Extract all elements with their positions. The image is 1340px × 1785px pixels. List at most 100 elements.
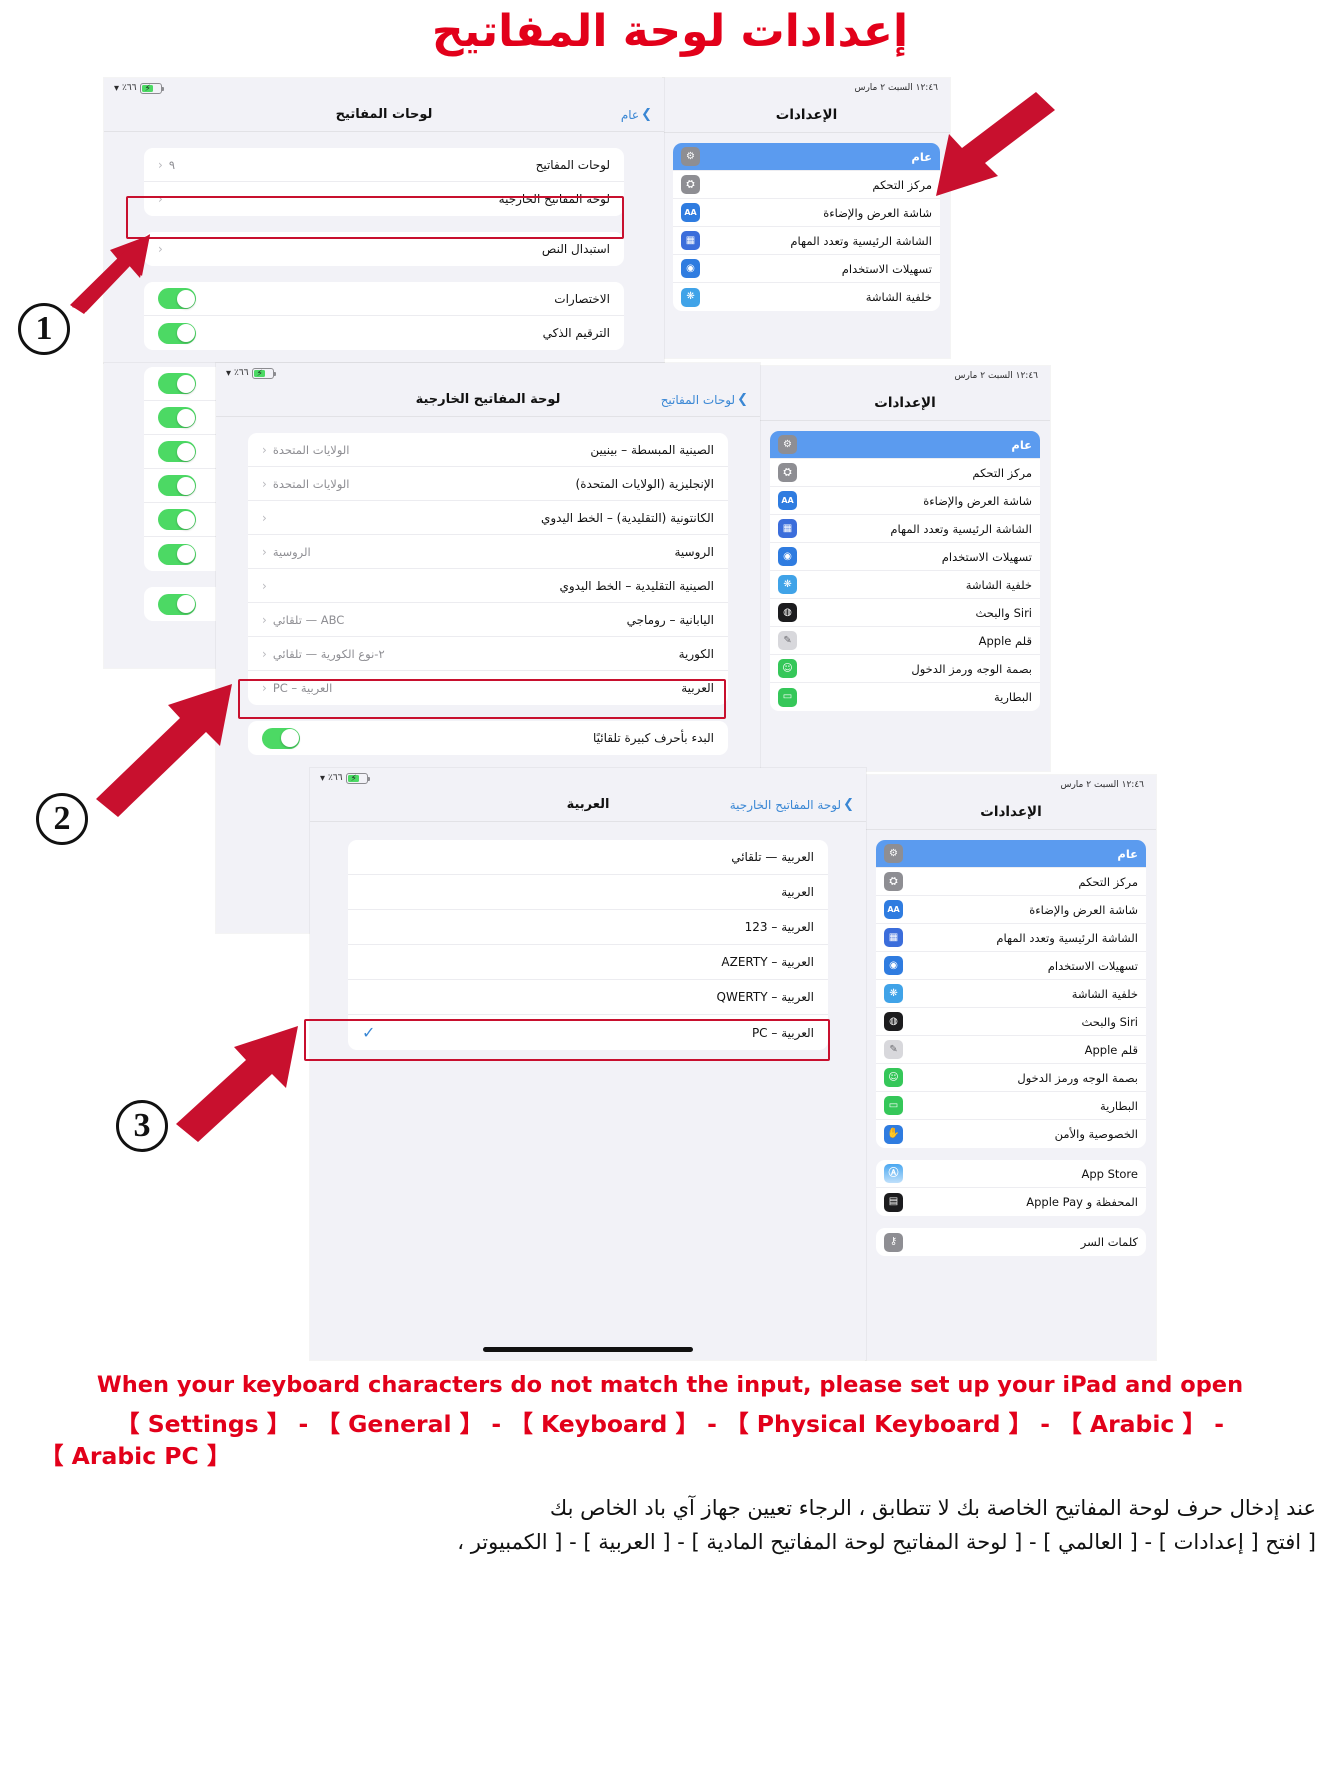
toggle-generic[interactable]: [158, 441, 196, 462]
back-button-general[interactable]: ❯ عام: [621, 108, 652, 122]
toggle-generic[interactable]: [158, 593, 196, 615]
control-center-icon: ⛭: [884, 872, 903, 891]
sidebar-item-label: مركز التحكم: [872, 177, 932, 192]
sidebar-item-home-screen[interactable]: ▦ الشاشة الرئيسية وتعدد المهام: [673, 227, 940, 255]
step-badge-3: 3: [116, 1100, 168, 1152]
option-arabic-pc[interactable]: العربية – PC ✓: [348, 1015, 828, 1050]
sidebar-item-battery[interactable]: ▭ البطارية: [876, 1092, 1146, 1120]
sidebar-item-label: App Store: [1081, 1166, 1138, 1181]
row-english-us[interactable]: الإنجليزية (الولايات المتحدة) الولايات ا…: [248, 467, 728, 501]
row-russian[interactable]: الروسية الروسية ‹: [248, 535, 728, 569]
nav-title: لوحة المفاتيح الخارجية: [415, 392, 561, 407]
sidebar-item-control-center[interactable]: ⛭ مركز التحكم: [770, 459, 1040, 487]
row-label: الاختصارات: [554, 291, 610, 306]
sidebar-item-label: شاشة العرض والإضاءة: [923, 493, 1032, 508]
sidebar-item-wallpaper[interactable]: ❋ خلفية الشاشة: [876, 980, 1146, 1008]
sidebar-item-wallpaper[interactable]: ❋ خلفية الشاشة: [673, 283, 940, 311]
sidebar-item-label: المحفظة و Apple Pay: [1026, 1195, 1138, 1209]
sidebar-item-general[interactable]: ⚙ عام: [673, 143, 940, 171]
sidebar-item-face-id[interactable]: ☺ بصمة الوجه ورمز الدخول: [876, 1064, 1146, 1092]
sidebar-item-siri-search[interactable]: ◍ Siri والبحث: [770, 599, 1040, 627]
row-cantonese-traditional[interactable]: الكانتونية (التقليدية) – الخط اليدوي ‹: [248, 501, 728, 535]
sidebar-item-accessibility[interactable]: ◉ تسهيلات الاستخدام: [770, 543, 1040, 571]
sidebar-item-control-center[interactable]: ⛭ مركز التحكم: [673, 171, 940, 199]
sidebar-item-apple-pencil[interactable]: ✎ قلم Apple: [770, 627, 1040, 655]
home-indicator: [483, 1347, 693, 1352]
settings-sidebar-panel-3: ١٢:٤٦ السبت ٢ مارس الإعدادات ⚙ عام ⛭ مرك…: [866, 775, 1156, 1360]
sidebar-item-passwords[interactable]: ⚷ كلمات السر: [876, 1228, 1146, 1256]
row-chinese-traditional-handwriting[interactable]: الصينية التقليدية – الخط اليدوي ‹: [248, 569, 728, 603]
sidebar-item-home-screen[interactable]: ▦ الشاشة الرئيسية وتعدد المهام: [876, 924, 1146, 952]
option-arabic[interactable]: العربية: [348, 875, 828, 910]
arrow-general-highlight: [936, 92, 1055, 196]
toggle-generic[interactable]: [158, 407, 196, 428]
screenshot-root: إعدادات لوحة المفاتيح ١٢:٤٦ السبت ٢ مارس…: [0, 0, 1340, 1785]
nav-title: لوحات المفاتيح: [335, 107, 433, 122]
row-text-replacement[interactable]: استبدال النص ‹: [144, 232, 624, 266]
status-bar: ⚡ ٦٦٪ ▾: [310, 768, 866, 788]
row-shortcuts-toggle[interactable]: الاختصارات: [144, 282, 624, 316]
back-button-external-keyboard[interactable]: ❯ لوحة المفاتيح الخارجية: [730, 798, 854, 812]
toggle-smart-punctuation[interactable]: [158, 322, 196, 344]
row-smart-punctuation-toggle[interactable]: الترقيم الذكي: [144, 316, 624, 350]
status-time: ١٢:٤٦ السبت ٢ مارس: [954, 371, 1038, 381]
row-label: الترقيم الذكي: [542, 326, 610, 340]
sidebar-item-display-brightness[interactable]: AA شاشة العرض والإضاءة: [770, 487, 1040, 515]
back-label: عام: [620, 107, 640, 122]
sidebar-item-face-id[interactable]: ☺ بصمة الوجه ورمز الدخول: [770, 655, 1040, 683]
chevron-back-icon: ❯: [843, 797, 854, 812]
option-arabic-azerty[interactable]: العربية – AZERTY: [348, 945, 828, 980]
accessibility-icon: ◉: [681, 259, 700, 278]
sidebar-item-wallpaper[interactable]: ❋ خلفية الشاشة: [770, 571, 1040, 599]
auto-capitalize-group: البدء بأحرف كبيرة تلقائيًا: [248, 721, 728, 755]
row-chinese-simplified-pinyin[interactable]: الصينية المبسطة – بينيين الولايات المتحد…: [248, 433, 728, 467]
chevron-icon: ‹: [158, 192, 163, 206]
option-arabic-qwerty[interactable]: العربية – QWERTY: [348, 980, 828, 1015]
toggle-generic[interactable]: [158, 509, 196, 530]
sidebar-item-app-store[interactable]: Ⓐ App Store: [876, 1160, 1146, 1188]
row-japanese-romaji[interactable]: اليابانية – روماجي ABC — تلقائي ‹: [248, 603, 728, 637]
step-badge-1: 1: [18, 303, 70, 355]
sidebar-item-label: قلم Apple: [978, 633, 1032, 648]
sidebar-item-general[interactable]: ⚙ عام: [876, 840, 1146, 868]
option-label: العربية — تلقائي: [731, 850, 814, 864]
sidebar-item-label: الشاشة الرئيسية وتعدد المهام: [890, 521, 1032, 536]
sidebar-item-accessibility[interactable]: ◉ تسهيلات الاستخدام: [673, 255, 940, 283]
toggle-generic[interactable]: [158, 543, 196, 565]
wallet-icon: ▤: [884, 1192, 903, 1212]
row-auto-capitalization[interactable]: البدء بأحرف كبيرة تلقائيًا: [248, 721, 728, 755]
sidebar-item-privacy-security[interactable]: ✋ الخصوصية والأمن: [876, 1120, 1146, 1148]
sidebar-item-home-screen[interactable]: ▦ الشاشة الرئيسية وتعدد المهام: [770, 515, 1040, 543]
row-external-keyboard[interactable]: لوحة المفاتيح الخارجية ‹: [144, 182, 624, 216]
sidebar-item-apple-pencil[interactable]: ✎ قلم Apple: [876, 1036, 1146, 1064]
sidebar-item-display-brightness[interactable]: AA شاشة العرض والإضاءة: [876, 896, 1146, 924]
sidebar-item-battery[interactable]: ▭ البطارية: [770, 683, 1040, 711]
sidebar-item-display-brightness[interactable]: AA شاشة العرض والإضاءة: [673, 199, 940, 227]
sidebar-item-siri-search[interactable]: ◍ Siri والبحث: [876, 1008, 1146, 1036]
option-arabic-auto[interactable]: العربية — تلقائي: [348, 840, 828, 875]
row-keyboards[interactable]: لوحات المفاتيح ٩ ‹: [144, 148, 624, 182]
face-id-icon: ☺: [778, 659, 797, 678]
sidebar-item-label: الشاشة الرئيسية وتعدد المهام: [790, 233, 932, 248]
toggle-generic[interactable]: [158, 475, 196, 496]
sidebar-item-accessibility[interactable]: ◉ تسهيلات الاستخدام: [876, 952, 1146, 980]
home-screen-icon: ▦: [778, 519, 797, 538]
toggle-auto-capitalization[interactable]: [262, 727, 300, 749]
row-korean[interactable]: الكورية ٢-نوع الكورية — تلقائي ‹: [248, 637, 728, 671]
sidebar-item-wallet-apple-pay[interactable]: ▤ المحفظة و Apple Pay: [876, 1188, 1146, 1216]
toggle-shortcuts[interactable]: [158, 288, 196, 309]
sidebar-item-control-center[interactable]: ⛭ مركز التحكم: [876, 868, 1146, 896]
row-label: الكانتونية (التقليدية) – الخط اليدوي: [540, 510, 714, 525]
sidebar-item-label: قلم Apple: [1084, 1042, 1138, 1057]
sidebar-item-general[interactable]: ⚙ عام: [770, 431, 1040, 459]
caption-ar-line2: [ افتح [ إعدادات ] - [ العالمي ] - [ لوح…: [457, 1530, 1316, 1554]
sidebar-item-label: خلفية الشاشة: [1071, 986, 1138, 1001]
row-arabic[interactable]: العربية العربية – PC ‹: [248, 671, 728, 705]
option-arabic-123[interactable]: العربية – 123: [348, 910, 828, 945]
gear-icon: ⚙: [778, 435, 797, 454]
face-id-icon: ☺: [884, 1068, 903, 1087]
row-value: الولايات المتحدة: [272, 476, 350, 491]
back-button-keyboards[interactable]: ❯ لوحات المفاتيح: [661, 393, 748, 407]
settings-title-2: الإعدادات: [760, 386, 1050, 421]
toggle-generic[interactable]: [158, 373, 196, 394]
